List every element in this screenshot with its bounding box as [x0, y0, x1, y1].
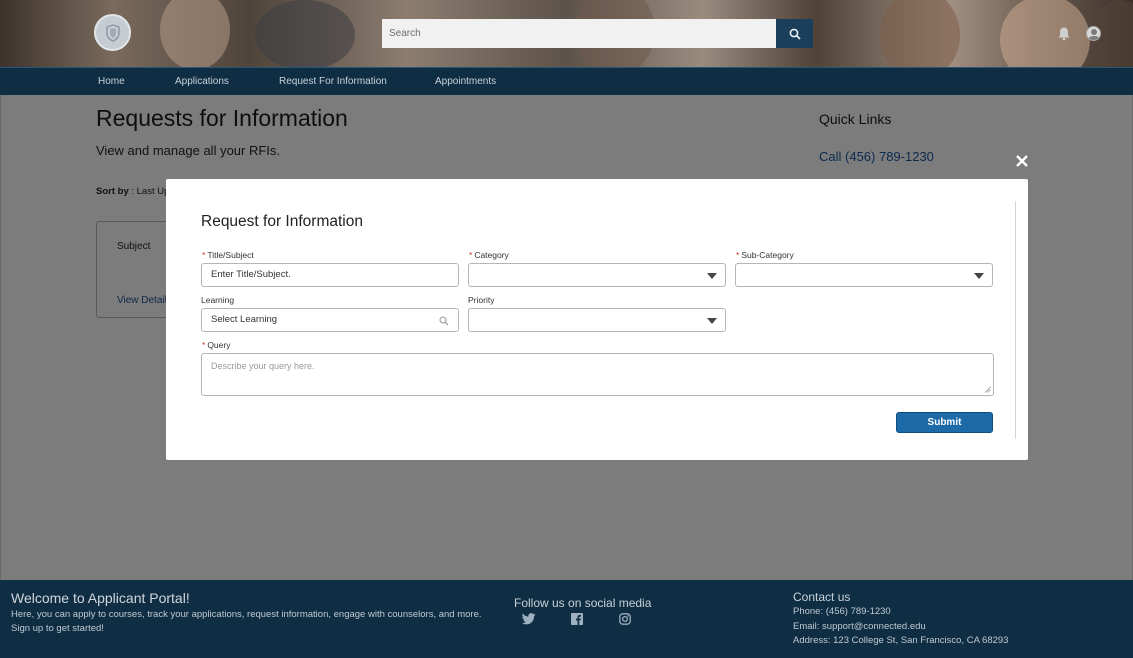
- query-textarea[interactable]: Describe your query here.: [201, 353, 994, 396]
- search-button[interactable]: [776, 19, 813, 48]
- sort-label: Sort by: [96, 186, 129, 197]
- search-bar: [382, 19, 813, 48]
- footer-welcome-title: Welcome to Applicant Portal!: [11, 590, 190, 606]
- banner-photo-shape: [255, 0, 355, 67]
- bell-icon: [1058, 27, 1070, 41]
- close-icon: [1016, 155, 1028, 167]
- sub-category-label: * Sub-Category: [736, 250, 794, 260]
- chevron-down-icon: [707, 318, 717, 324]
- category-select[interactable]: [468, 263, 726, 287]
- main-nav: Home Applications Request For Informatio…: [0, 67, 1133, 95]
- query-label: * Query: [202, 340, 230, 350]
- category-label: * Category: [469, 250, 509, 260]
- priority-label: Priority: [468, 295, 495, 305]
- search-icon: [789, 28, 801, 40]
- banner-photo-shape: [880, 0, 960, 67]
- sub-category-label-text: Sub-Category: [741, 250, 794, 260]
- page-title: Requests for Information: [96, 105, 348, 131]
- page-subtitle: View and manage all your RFIs.: [96, 143, 281, 158]
- required-marker: *: [469, 250, 473, 260]
- quick-link-phone[interactable]: Call (456) 789-1230: [819, 149, 934, 164]
- avatar-head: [1091, 29, 1097, 35]
- resize-grip-icon[interactable]: [984, 386, 991, 393]
- view-details-link[interactable]: View Details: [117, 295, 172, 306]
- footer-signup-text: Sign up to get started!: [11, 623, 104, 634]
- twitter-link[interactable]: [521, 612, 536, 630]
- footer-social-title: Follow us on social media: [514, 596, 652, 610]
- priority-select[interactable]: [468, 308, 726, 332]
- instagram-icon: [619, 613, 631, 625]
- card-subject-label: Subject: [117, 241, 151, 252]
- submit-button[interactable]: Submit: [896, 412, 993, 433]
- query-placeholder: Describe your query here.: [211, 361, 315, 371]
- footer-contact-address: Address: 123 College St, San Francisco, …: [793, 635, 1009, 646]
- facebook-link[interactable]: [571, 612, 583, 630]
- quick-links-title: Quick Links: [819, 111, 892, 127]
- required-marker: *: [202, 340, 206, 350]
- title-subject-input[interactable]: Enter Title/Subject.: [201, 263, 459, 287]
- learning-lookup[interactable]: Select Learning: [201, 308, 459, 332]
- modal-scrollbar[interactable]: [1015, 201, 1016, 439]
- sub-category-select[interactable]: [735, 263, 993, 287]
- sort-value: : Last Up: [131, 186, 170, 197]
- footer: Welcome to Applicant Portal! Here, you c…: [0, 580, 1133, 658]
- rfi-modal: Request for Information * Title/Subject *…: [166, 179, 1028, 460]
- twitter-icon: [521, 613, 536, 625]
- header-banner: [0, 0, 1133, 67]
- search-icon: [439, 316, 449, 326]
- facebook-icon: [571, 613, 583, 625]
- modal-title: Request for Information: [201, 213, 363, 230]
- footer-contact-email[interactable]: Email: support@connected.edu: [793, 621, 926, 632]
- query-label-text: Query: [207, 340, 231, 350]
- portal-logo[interactable]: [94, 14, 131, 51]
- title-subject-placeholder: Enter Title/Subject.: [211, 269, 291, 280]
- category-label-text: Category: [474, 250, 509, 260]
- shield-icon: [105, 23, 120, 42]
- footer-contact-phone: Phone: (456) 789-1230: [793, 606, 891, 617]
- sort-control[interactable]: Sort by : Last Up: [96, 186, 169, 197]
- nav-item-request-for-information[interactable]: Request For Information: [279, 68, 387, 95]
- learning-label: Learning: [201, 295, 235, 305]
- chevron-down-icon: [974, 273, 984, 279]
- title-subject-label-text: Title/Subject: [207, 250, 254, 260]
- chevron-down-icon: [707, 273, 717, 279]
- required-marker: *: [202, 250, 206, 260]
- learning-placeholder: Select Learning: [211, 314, 278, 325]
- title-subject-label: * Title/Subject: [202, 250, 254, 260]
- user-avatar[interactable]: [1086, 26, 1101, 41]
- nav-item-home[interactable]: Home: [98, 68, 125, 95]
- nav-item-appointments[interactable]: Appointments: [435, 68, 496, 95]
- close-modal-button[interactable]: [1012, 151, 1032, 171]
- banner-photo-shape: [160, 0, 230, 67]
- nav-item-applications[interactable]: Applications: [175, 68, 229, 95]
- search-input[interactable]: [382, 19, 776, 48]
- footer-contact-title: Contact us: [793, 590, 851, 604]
- banner-photo-shape: [1000, 0, 1090, 67]
- footer-welcome-text: Here, you can apply to courses, track yo…: [11, 609, 482, 620]
- required-marker: *: [736, 250, 740, 260]
- instagram-link[interactable]: [619, 612, 631, 630]
- notifications-button[interactable]: [1057, 26, 1071, 46]
